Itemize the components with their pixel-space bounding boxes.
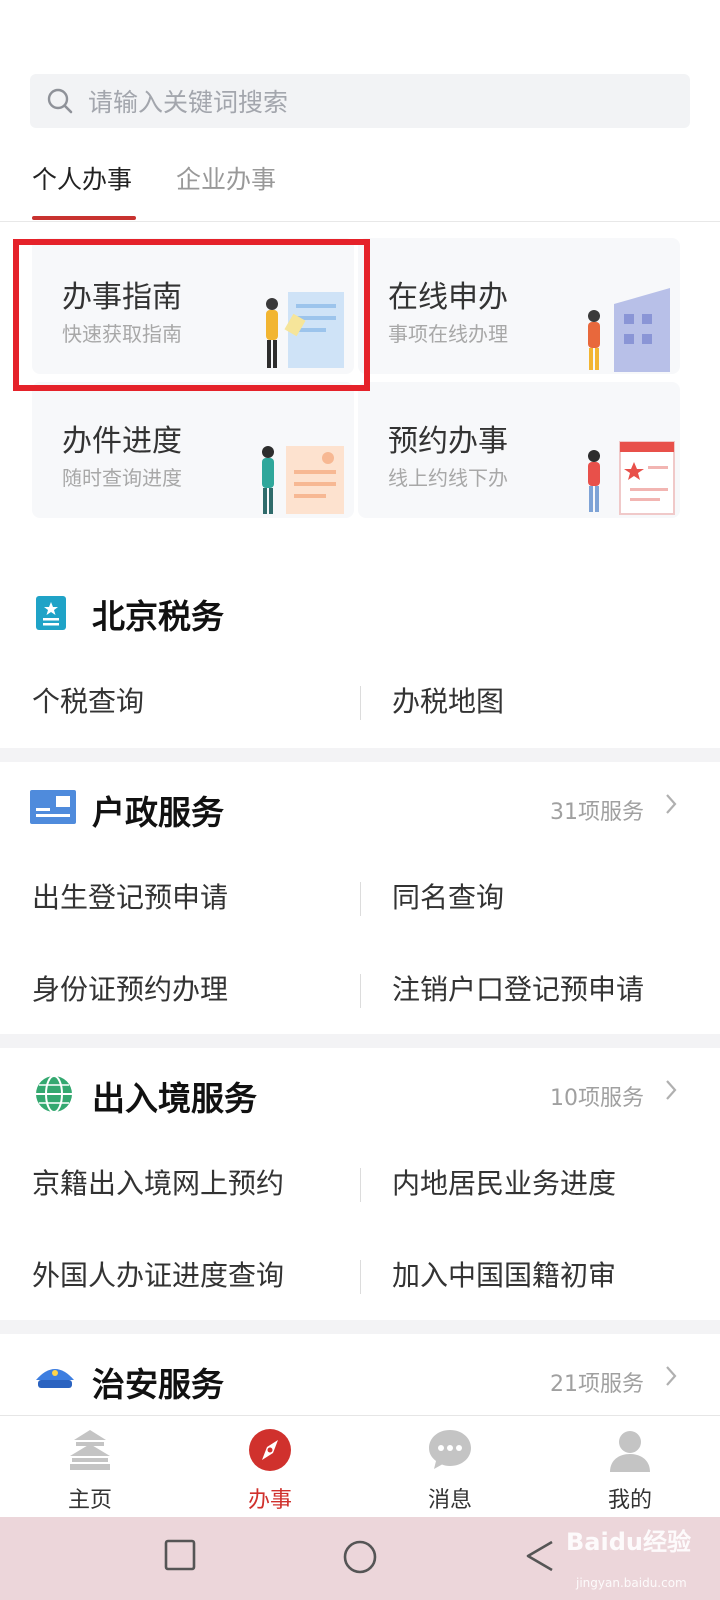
card-appointment[interactable]: 预约办事 线上约线下办	[358, 382, 680, 518]
card-title: 在线申办	[388, 280, 508, 315]
service-row: 身份证预约办理 注销户口登记预申请	[0, 944, 720, 1036]
tab-personal[interactable]: 个人办事	[32, 158, 132, 202]
top-panel: 请输入关键词搜索 个人办事 企业办事 办事指南 快速获取指南 在线申办 事项在线…	[0, 0, 720, 566]
back-triangle-icon[interactable]	[524, 1539, 556, 1573]
section-header[interactable]: 治安服务 21项服务	[0, 1334, 720, 1415]
baidu-watermark-url: jingyan.baidu.com	[576, 1576, 687, 1590]
tax-icon	[36, 596, 66, 630]
police-cap-icon	[36, 1369, 74, 1388]
service-row: 外国人办证进度查询 加入中国国籍初审	[0, 1230, 720, 1322]
chat-icon	[429, 1430, 471, 1469]
tab-home[interactable]: 主页	[0, 1416, 180, 1518]
section-exit-entry: 出入境服务 10项服务 京籍出入境网上预约 内地居民业务进度 外国人办证进度查询…	[0, 1048, 720, 1320]
service-count[interactable]: 21项服务	[550, 1366, 644, 1398]
divider	[360, 1260, 361, 1294]
divider	[360, 974, 361, 1008]
tab-bar: 个人办事 企业办事	[0, 158, 720, 222]
service-link[interactable]: 身份证预约办理	[32, 944, 228, 1036]
recent-apps-icon[interactable]	[164, 1539, 196, 1571]
chevron-right-icon[interactable]	[664, 1364, 678, 1388]
service-count[interactable]: 10项服务	[550, 1080, 644, 1112]
tab-messages[interactable]: 消息	[360, 1416, 540, 1518]
home-circle-icon[interactable]	[342, 1539, 378, 1575]
search-icon	[47, 88, 73, 114]
section-household: 户政服务 31项服务 出生登记预申请 同名查询 身份证预约办理 注销户口登记预申…	[0, 762, 720, 1034]
baidu-watermark: Baidu经验	[566, 1528, 691, 1556]
service-link[interactable]: 内地居民业务进度	[392, 1138, 616, 1230]
compass-icon	[249, 1429, 291, 1471]
household-icon	[30, 790, 76, 824]
section-public-security: 治安服务 21项服务	[0, 1334, 720, 1415]
divider	[360, 1168, 361, 1202]
tab-label: 消息	[427, 1488, 472, 1513]
tab-label: 办事	[247, 1488, 292, 1513]
service-link[interactable]: 加入中国国籍初审	[392, 1230, 616, 1322]
service-row: 京籍出入境网上预约 内地居民业务进度	[0, 1138, 720, 1230]
divider	[360, 686, 361, 720]
chevron-right-icon[interactable]	[664, 792, 678, 816]
card-progress[interactable]: 办件进度 随时查询进度	[32, 382, 354, 518]
tab-profile[interactable]: 我的	[540, 1416, 720, 1518]
chevron-right-icon[interactable]	[664, 1078, 678, 1102]
section-header[interactable]: 户政服务 31项服务	[0, 762, 720, 852]
service-link[interactable]: 同名查询	[392, 852, 504, 944]
service-link[interactable]: 个税查询	[32, 656, 144, 748]
section-beijing-tax: 北京税务 个税查询 办税地图	[0, 566, 720, 748]
tab-enterprise[interactable]: 企业办事	[176, 158, 276, 202]
search-input-placeholder[interactable]: 请输入关键词搜索	[88, 83, 288, 119]
section-title: 出入境服务	[92, 1079, 257, 1118]
service-count[interactable]: 31项服务	[550, 794, 644, 826]
bottom-tab-bar: 主页 办事 消息 我的	[0, 1415, 720, 1517]
service-row: 个税查询 办税地图	[0, 656, 720, 748]
card-highlight-box	[13, 239, 370, 391]
section-title: 北京税务	[92, 597, 224, 636]
tab-active-indicator	[32, 216, 136, 220]
section-header[interactable]: 北京税务	[0, 566, 720, 656]
tab-label: 我的	[607, 1488, 652, 1513]
service-link[interactable]: 外国人办证进度查询	[32, 1230, 284, 1322]
service-link[interactable]: 注销户口登记预申请	[392, 944, 644, 1036]
tab-services[interactable]: 办事	[180, 1416, 360, 1518]
service-link[interactable]: 京籍出入境网上预约	[32, 1138, 284, 1230]
card-title: 预约办事	[388, 424, 508, 459]
service-row: 出生登记预申请 同名查询	[0, 852, 720, 944]
card-online-apply[interactable]: 在线申办 事项在线办理	[358, 238, 680, 374]
section-header[interactable]: 出入境服务 10项服务	[0, 1048, 720, 1138]
card-title: 办件进度	[62, 424, 182, 459]
tab-label: 主页	[67, 1488, 112, 1513]
divider	[360, 882, 361, 916]
person-icon	[610, 1431, 650, 1472]
globe-icon	[36, 1075, 72, 1113]
service-link[interactable]: 出生登记预申请	[32, 852, 228, 944]
calendar-illustration-icon	[588, 441, 675, 515]
section-title: 户政服务	[92, 793, 224, 832]
card-subtitle: 事项在线办理	[388, 322, 508, 346]
temple-icon	[70, 1430, 110, 1470]
building-illustration-icon	[588, 288, 670, 372]
card-subtitle: 线上约线下办	[388, 466, 508, 490]
section-title: 治安服务	[92, 1365, 224, 1404]
service-link[interactable]: 办税地图	[392, 656, 504, 748]
card-subtitle: 随时查询进度	[62, 466, 182, 490]
document-illustration-icon	[262, 446, 344, 514]
search-bar[interactable]: 请输入关键词搜索	[30, 74, 690, 128]
